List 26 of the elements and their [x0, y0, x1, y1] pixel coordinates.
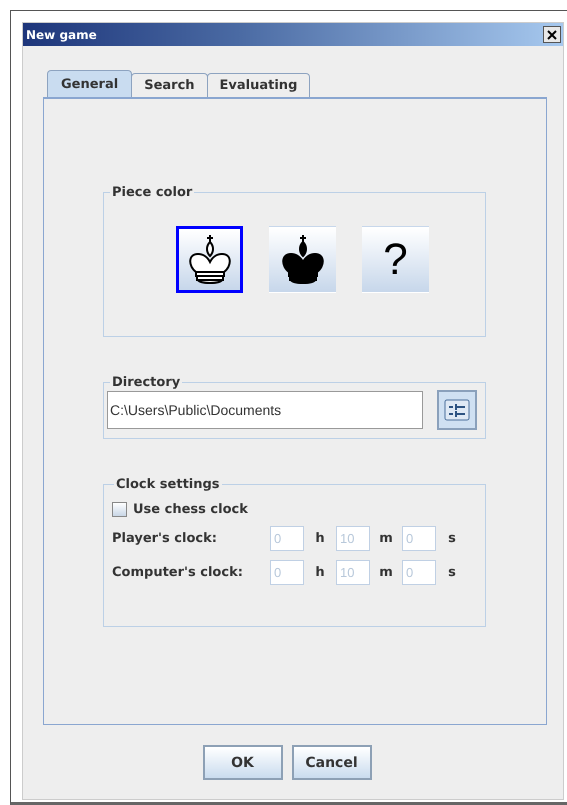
unit-label: s: [447, 565, 457, 580]
list-icon: [444, 399, 470, 421]
group-title: Directory: [111, 375, 182, 390]
unit-label: h: [314, 565, 326, 580]
directory-field[interactable]: C:\Users\Public\Documents: [107, 391, 423, 429]
unit-label: m: [378, 531, 394, 546]
group-title: Piece color: [111, 185, 194, 200]
unit-label: s: [447, 531, 457, 546]
piece-option[interactable]: ?: [362, 226, 429, 293]
piece-option[interactable]: [176, 226, 243, 293]
unit-label: m: [378, 565, 394, 580]
tab[interactable]: Evaluating: [206, 73, 310, 97]
piece-option[interactable]: [269, 226, 336, 293]
window-title: New game: [26, 28, 97, 42]
field-label: Player's clock:: [112, 531, 218, 546]
use-clock-checkbox[interactable]: Use chess clock: [112, 502, 481, 517]
dialog-button[interactable]: Cancel: [292, 745, 372, 780]
close-button[interactable]: [543, 26, 561, 43]
close-icon: [546, 28, 558, 40]
browse-button[interactable]: [437, 390, 477, 430]
group-title: Clock settings: [115, 477, 221, 492]
checkbox[interactable]: [112, 502, 127, 517]
dialog-button[interactable]: OK: [202, 745, 282, 780]
field-label: Computer's clock:: [112, 565, 244, 580]
unit-label: h: [314, 531, 326, 546]
tab[interactable]: General: [47, 70, 132, 97]
